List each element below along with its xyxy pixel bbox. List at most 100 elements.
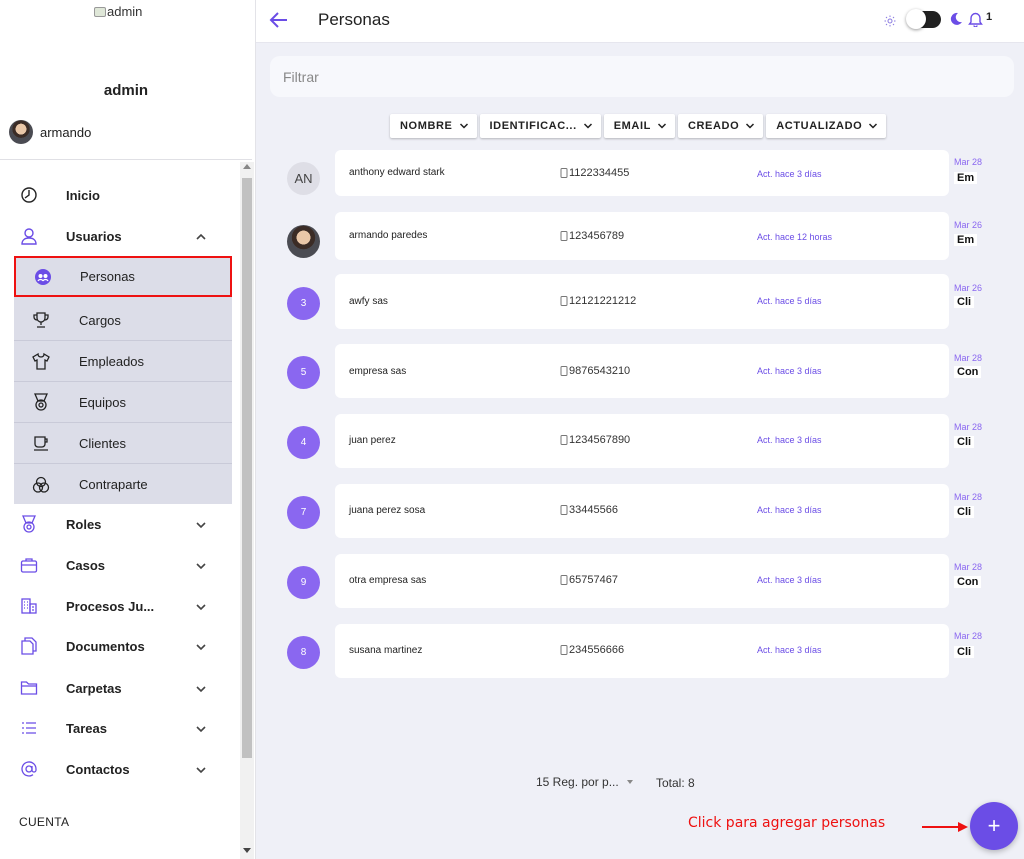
filter-box	[270, 56, 1014, 97]
sidebar-item-documentos[interactable]: Documentos	[0, 626, 232, 666]
row-phone-value: 1122334455	[569, 167, 630, 179]
table-row[interactable]: susana martinez 234556666 Act. hace 3 dí…	[335, 624, 949, 678]
filter-input[interactable]	[270, 56, 1014, 97]
phone-icon	[560, 575, 568, 585]
scrollbar-thumb[interactable]	[242, 178, 252, 758]
back-arrow-icon[interactable]	[269, 11, 289, 29]
sort-creado-button[interactable]: CREADO	[677, 114, 764, 138]
sidebar-item-label: Clientes	[79, 435, 126, 451]
sort-actualizado-button[interactable]: ACTUALIZADO	[766, 114, 887, 138]
row-date: Mar 28	[954, 492, 983, 502]
row-status: Act. hace 5 días	[757, 296, 822, 306]
row-phone: 65757467	[560, 574, 618, 586]
sidebar-scrollbar[interactable]	[240, 162, 254, 859]
row-date: Mar 28	[954, 562, 983, 572]
table-row[interactable]: empresa sas 9876543210 Act. hace 3 días	[335, 344, 949, 398]
top-bar: Personas 1	[256, 0, 1024, 43]
row-avatar: 5	[287, 356, 320, 389]
table-row[interactable]: armando paredes 123456789 Act. hace 12 h…	[335, 212, 949, 260]
row-status: Act. hace 3 días	[757, 505, 822, 515]
row-name: susana martinez	[349, 645, 423, 656]
row-phone-value: 123456789	[569, 230, 625, 242]
sidebar-item-equipos[interactable]: Equipos	[14, 382, 232, 423]
row-type-badge: Em	[954, 172, 978, 184]
table-row[interactable]: anthony edward stark 1122334455 Act. hac…	[335, 150, 949, 196]
scroll-up-icon[interactable]	[243, 164, 251, 169]
row-date: Mar 26	[954, 283, 983, 293]
sidebar-item-label: Cargos	[79, 312, 121, 328]
phone-icon	[560, 505, 568, 515]
row-phone-value: 234556666	[569, 644, 625, 656]
sidebar-item-procesos[interactable]: Procesos Ju...	[0, 586, 232, 626]
documents-icon	[20, 637, 38, 655]
row-avatar	[287, 225, 320, 258]
row-type-badge: Em	[954, 234, 978, 246]
sidebar-item-label: Equipos	[79, 394, 126, 410]
add-person-button[interactable]: +	[970, 802, 1018, 850]
current-user[interactable]: armando	[9, 120, 91, 144]
phone-icon	[560, 168, 568, 178]
sidebar-item-roles[interactable]: Roles	[0, 504, 232, 544]
phone-icon	[560, 296, 568, 306]
row-date: Mar 28	[954, 422, 983, 432]
list-icon	[20, 719, 38, 737]
row-phone: 123456789	[560, 230, 624, 242]
notification-count: 1	[986, 11, 993, 23]
table-row[interactable]: juan perez 1234567890 Act. hace 3 días	[335, 414, 949, 468]
sort-identificacion-button[interactable]: IDENTIFICAC...	[479, 114, 601, 138]
row-name: juan perez	[349, 435, 396, 446]
row-name: empresa sas	[349, 366, 407, 377]
sidebar-item-cargos[interactable]: Cargos	[14, 300, 232, 341]
row-status: Act. hace 3 días	[757, 169, 822, 179]
sidebar-item-casos[interactable]: Casos	[0, 545, 232, 585]
sidebar-item-contraparte[interactable]: Contraparte	[14, 464, 232, 505]
row-avatar: 8	[287, 636, 320, 669]
sort-email-button[interactable]: EMAIL	[603, 114, 675, 138]
phone-icon	[560, 231, 568, 241]
sidebar-item-clientes[interactable]: Clientes	[14, 423, 232, 464]
sidebar-item-inicio[interactable]: Inicio	[0, 175, 232, 215]
sort-button-label: ACTUALIZADO	[776, 120, 863, 132]
sidebar-item-label: Contraparte	[79, 477, 148, 492]
chevron-down-icon	[657, 121, 667, 131]
sidebar-item-tareas[interactable]: Tareas	[0, 708, 232, 748]
annotation-arrow-icon	[922, 822, 968, 832]
sidebar-item-empleados[interactable]: Empleados	[14, 341, 232, 382]
rows-per-page-label: 15 Reg. por p...	[536, 775, 619, 789]
annotation-text: Click para agregar personas	[688, 815, 886, 831]
broken-image-icon	[94, 6, 106, 17]
scroll-down-icon[interactable]	[243, 848, 251, 853]
chevron-down-icon	[195, 559, 207, 571]
row-status: Act. hace 3 días	[757, 645, 822, 655]
sidebar-item-contactos[interactable]: Contactos	[0, 749, 232, 789]
sidebar-item-carpetas[interactable]: Carpetas	[0, 668, 232, 708]
at-icon	[20, 760, 38, 778]
rows-per-page-select[interactable]: 15 Reg. por p...	[536, 775, 633, 789]
table-row[interactable]: juana perez sosa 33445566 Act. hace 3 dí…	[335, 484, 949, 538]
chevron-down-icon	[195, 763, 207, 775]
sort-bar: NOMBRE IDENTIFICAC... EMAIL CREADO ACTUA…	[390, 114, 887, 138]
sidebar-item-label: Procesos Ju...	[66, 598, 155, 614]
sidebar-item-label: Contactos	[66, 761, 130, 777]
row-phone: 9876543210	[560, 365, 630, 377]
total-count: Total: 8	[656, 776, 695, 790]
row-type-badge: Cli	[954, 436, 975, 448]
sidebar-item-label: Usuarios	[66, 228, 122, 244]
row-date: Mar 26	[954, 220, 983, 230]
row-name: awfy sas	[349, 296, 388, 307]
bell-icon[interactable]	[968, 11, 983, 28]
circles-icon	[32, 476, 50, 494]
sidebar-item-personas[interactable]: Personas	[14, 256, 232, 297]
table-row[interactable]: awfy sas 12121221212 Act. hace 5 días	[335, 274, 949, 329]
badge-icon	[20, 515, 38, 533]
row-avatar: 7	[287, 496, 320, 529]
chevron-down-icon	[195, 640, 207, 652]
table-row[interactable]: otra empresa sas 65757467 Act. hace 3 dí…	[335, 554, 949, 608]
sidebar-item-usuarios[interactable]: Usuarios	[0, 216, 232, 256]
sort-nombre-button[interactable]: NOMBRE	[390, 114, 477, 138]
avatar	[9, 120, 33, 144]
theme-toggle[interactable]	[906, 9, 941, 29]
dropdown-arrow-icon	[626, 780, 633, 784]
row-name: otra empresa sas	[349, 575, 427, 586]
sort-button-label: NOMBRE	[400, 120, 453, 132]
